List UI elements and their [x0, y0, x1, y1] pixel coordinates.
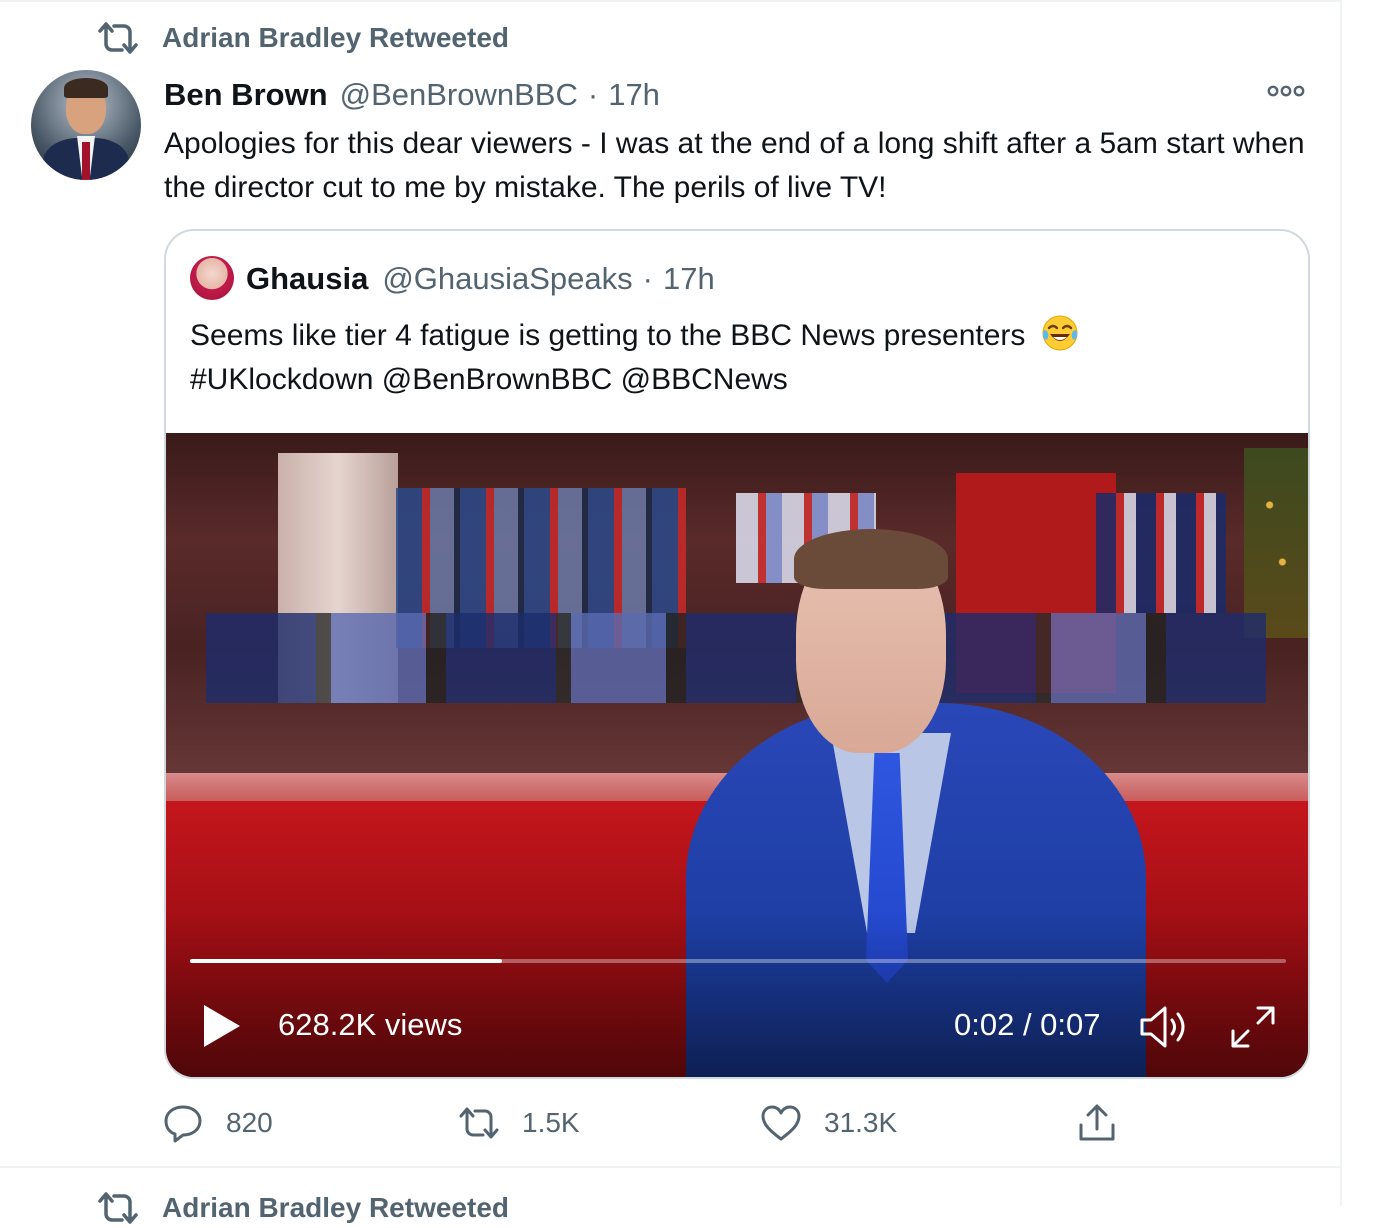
- retweet-button[interactable]: 1.5K: [456, 1098, 580, 1148]
- quoted-tweet-text: Seems like tier 4 fatigue is getting to …: [190, 313, 1280, 402]
- tears-of-joy-emoji-icon: [1040, 313, 1080, 353]
- avatar-tie: [82, 142, 90, 180]
- quoted-author-handle: @GhausiaSpeaks: [382, 261, 633, 296]
- retweet-icon: [96, 1188, 140, 1228]
- retweet-context[interactable]: Adrian Bradley Retweeted: [96, 18, 509, 58]
- quoted-text-line1: Seems like tier 4 fatigue is getting to …: [190, 319, 1026, 352]
- tweet-text: Apologies for this dear viewers - I was …: [164, 127, 1305, 204]
- quoted-tweet-header: Ghausia @GhausiaSpeaks · 17h: [246, 259, 715, 299]
- share-icon: [1074, 1100, 1120, 1146]
- reply-count: 820: [226, 1107, 273, 1138]
- video-bottom-shade: [166, 913, 1308, 1077]
- author-avatar[interactable]: [31, 70, 141, 180]
- retweet-icon: [96, 18, 140, 58]
- retweet-icon: [456, 1100, 502, 1146]
- tweet-divider: [0, 1166, 1340, 1168]
- reply-icon: [160, 1100, 206, 1146]
- fullscreen-icon[interactable]: [1228, 1003, 1278, 1051]
- header-separator: ·: [587, 77, 599, 112]
- next-retweet-context-text: Adrian Bradley Retweeted: [162, 1192, 509, 1223]
- reply-button[interactable]: 820: [160, 1098, 273, 1148]
- quoted-author-name: Ghausia: [246, 261, 369, 296]
- quoted-header-separator: ·: [642, 261, 653, 296]
- tweet-actions: 820 1.5K 31.3K: [160, 1098, 1320, 1148]
- next-retweet-context[interactable]: Adrian Bradley Retweeted: [96, 1188, 509, 1228]
- video-desk-monitors: [206, 613, 1266, 703]
- like-button[interactable]: 31.3K: [758, 1098, 897, 1148]
- play-icon[interactable]: [200, 1001, 244, 1051]
- video-progress-fill: [190, 959, 503, 963]
- like-count: 31.3K: [824, 1107, 898, 1138]
- video-xmas-tree: [1244, 448, 1308, 638]
- retweet-count: 1.5K: [522, 1107, 580, 1138]
- quoted-tweet-timestamp: 17h: [663, 261, 715, 296]
- heart-icon: [758, 1100, 804, 1146]
- quoted-text-line2: #UKlockdown @BenBrownBBC @BBCNews: [190, 363, 788, 396]
- quoted-tweet[interactable]: Ghausia @GhausiaSpeaks · 17h Seems like …: [164, 229, 1310, 1079]
- tweet-timestamp[interactable]: 17h: [608, 77, 660, 113]
- share-button[interactable]: [1074, 1098, 1120, 1148]
- video-presenter-hair: [794, 529, 948, 589]
- author-name[interactable]: Ben Brown: [164, 77, 328, 113]
- video-time-display: 0:02 / 0:07: [954, 1007, 1101, 1042]
- video-player[interactable]: 628.2K views 0:02 / 0:07: [166, 433, 1308, 1077]
- retweet-context-text: Adrian Bradley Retweeted: [162, 22, 509, 53]
- quoted-author-avatar[interactable]: [190, 256, 234, 300]
- more-options-icon[interactable]: [1264, 80, 1308, 102]
- video-view-count: 628.2K views: [278, 1007, 463, 1042]
- author-handle[interactable]: @BenBrownBBC: [340, 77, 578, 113]
- column-border: [1340, 0, 1342, 1206]
- video-progress-bar[interactable]: [190, 959, 1286, 963]
- top-divider: [0, 0, 1340, 2]
- tweet-header: Ben Brown @BenBrownBBC · 17h: [164, 74, 660, 116]
- video-monitor-wall-right: [1096, 493, 1226, 613]
- volume-icon[interactable]: [1138, 1003, 1192, 1051]
- avatar-hair: [64, 78, 108, 98]
